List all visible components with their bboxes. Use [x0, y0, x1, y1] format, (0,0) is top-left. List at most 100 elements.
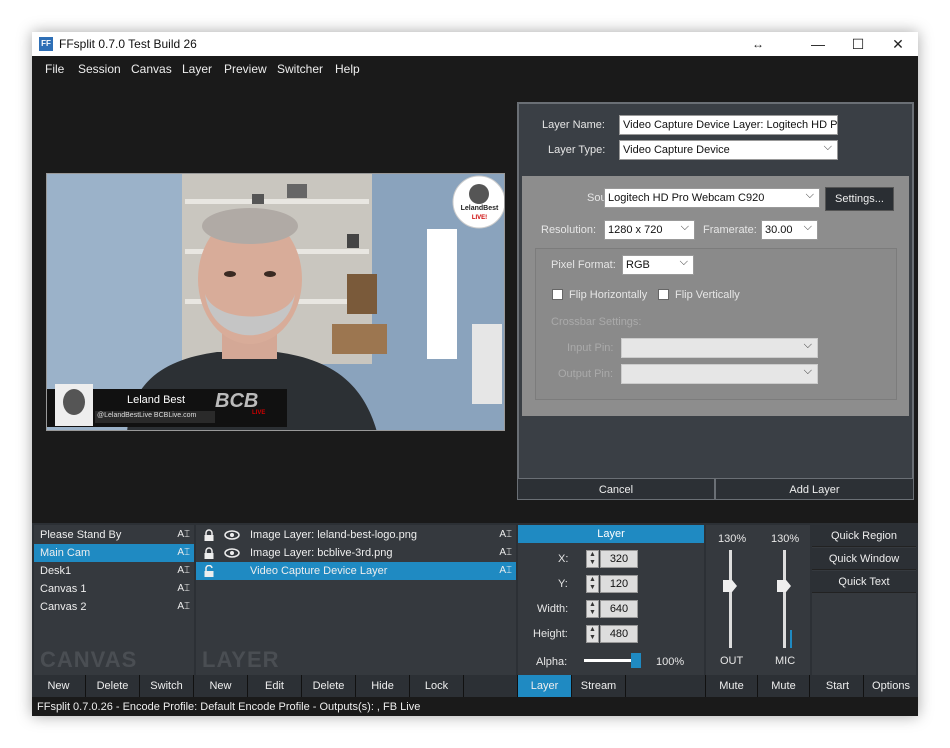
lock-icon[interactable]	[203, 529, 215, 542]
unlock-icon[interactable]	[203, 565, 215, 578]
crossbar-label: Crossbar Settings:	[551, 316, 642, 328]
cancel-button[interactable]: Cancel	[517, 478, 715, 500]
canvas-preview[interactable]: LelandBest LIVE! Leland Best @LelandBest…	[46, 173, 505, 431]
height-value[interactable]: 480	[600, 625, 638, 643]
layer-list: Image Layer: leland-best-logo.png A⌶ Imag…	[196, 525, 516, 675]
title-bar: FF FFsplit 0.7.0 Test Build 26 ↔ — ☐ ✕	[32, 32, 918, 56]
settings-button[interactable]: Settings...	[825, 187, 894, 211]
alpha-label: Alpha:	[536, 656, 568, 668]
source-select[interactable]: Logitech HD Pro Webcam C920	[604, 188, 820, 208]
pixel-format-select[interactable]: RGB	[622, 255, 694, 275]
status-bar: FFsplit 0.7.0.26 - Encode Profile: Defau…	[32, 698, 918, 716]
tab-layer[interactable]: Layer	[518, 675, 572, 697]
out-volume-track[interactable]	[729, 550, 732, 648]
spin-arrows-icon[interactable]: ▲ ▼	[586, 575, 599, 593]
out-volume-percent: 130%	[718, 533, 747, 545]
maximize-button[interactable]: ☐	[838, 33, 878, 55]
new-canvas-button[interactable]: New	[32, 675, 86, 697]
flip-vertical-checkbox[interactable]	[658, 289, 669, 300]
canvas-item[interactable]: Canvas 2 A⌶	[34, 598, 194, 616]
y-stepper[interactable]: ▲ ▼ 120	[586, 575, 638, 593]
rename-icon[interactable]: A⌶	[499, 562, 512, 580]
rename-icon[interactable]: A⌶	[177, 526, 190, 544]
lock-layer-button[interactable]: Lock	[410, 675, 464, 697]
window-title: FFsplit 0.7.0 Test Build 26	[59, 37, 197, 51]
resolution-label: Resolution:	[541, 224, 597, 236]
eye-icon[interactable]	[224, 548, 240, 558]
framerate-select[interactable]: 30.00	[761, 220, 818, 240]
new-layer-button[interactable]: New	[194, 675, 248, 697]
quick-window-button[interactable]: Quick Window	[812, 548, 916, 570]
menu-switcher[interactable]: Switcher	[277, 62, 323, 76]
spin-arrows-icon[interactable]: ▲ ▼	[586, 550, 599, 568]
rename-icon[interactable]: A⌶	[177, 544, 190, 562]
add-layer-button[interactable]: Add Layer	[715, 478, 914, 500]
width-stepper[interactable]: ▲ ▼ 640	[586, 600, 638, 618]
quick-region-button[interactable]: Quick Region	[812, 525, 916, 547]
width-value[interactable]: 640	[600, 600, 638, 618]
input-pin-select	[621, 338, 818, 358]
rename-icon[interactable]: A⌶	[177, 598, 190, 616]
layer-item[interactable]: Video Capture Device Layer A⌶	[196, 562, 516, 580]
rename-icon[interactable]: A⌶	[499, 544, 512, 562]
menu-layer[interactable]: Layer	[182, 62, 212, 76]
out-volume-handle[interactable]	[723, 580, 737, 592]
flip-horizontal-checkbox[interactable]	[552, 289, 563, 300]
hide-layer-button[interactable]: Hide	[356, 675, 410, 697]
menu-preview[interactable]: Preview	[224, 62, 267, 76]
mic-volume-handle[interactable]	[777, 580, 791, 592]
height-label: Height:	[533, 628, 568, 640]
menu-file[interactable]: File	[45, 62, 64, 76]
delete-canvas-button[interactable]: Delete	[86, 675, 140, 697]
mute-mic-button[interactable]: Mute	[758, 675, 810, 697]
menu-session[interactable]: Session	[78, 62, 121, 76]
canvas-item-label: Canvas 2	[40, 601, 87, 613]
x-value[interactable]: 320	[600, 550, 638, 568]
rename-icon[interactable]: A⌶	[499, 526, 512, 544]
canvas-item[interactable]: Desk1 A⌶	[34, 562, 194, 580]
mic-volume-track[interactable]	[783, 550, 786, 648]
rename-icon[interactable]: A⌶	[177, 562, 190, 580]
layer-item[interactable]: Image Layer: bcblive-3rd.png A⌶	[196, 544, 516, 562]
x-stepper[interactable]: ▲ ▼ 320	[586, 550, 638, 568]
input-pin-label: Input Pin:	[567, 342, 614, 354]
spin-arrows-icon[interactable]: ▲ ▼	[586, 625, 599, 643]
eye-icon[interactable]	[224, 530, 240, 540]
rename-icon[interactable]: A⌶	[177, 580, 190, 598]
menu-bar: File Session Canvas Layer Preview Switch…	[32, 56, 918, 80]
menu-canvas[interactable]: Canvas	[131, 62, 172, 76]
canvas-item[interactable]: Main Cam A⌶	[34, 544, 194, 562]
mute-out-button[interactable]: Mute	[706, 675, 758, 697]
resize-icon: ↔	[752, 37, 764, 51]
layer-type-select[interactable]: Video Capture Device	[619, 140, 838, 160]
alpha-slider-track[interactable]	[584, 659, 636, 662]
canvas-list: Please Stand By A⌶ Main Cam A⌶ Desk1 A⌶ Can…	[34, 525, 194, 675]
alpha-slider-handle[interactable]	[631, 653, 641, 668]
edit-layer-button[interactable]: Edit	[248, 675, 302, 697]
spin-arrows-icon[interactable]: ▲ ▼	[586, 600, 599, 618]
canvas-item[interactable]: Please Stand By A⌶	[34, 526, 194, 544]
start-button[interactable]: Start	[812, 675, 864, 697]
y-value[interactable]: 120	[600, 575, 638, 593]
lock-icon[interactable]	[203, 547, 215, 560]
lower-third-name: Leland Best	[127, 394, 186, 406]
layer-item[interactable]: Image Layer: leland-best-logo.png A⌶	[196, 526, 516, 544]
layer-item-label: Image Layer: leland-best-logo.png	[250, 529, 417, 541]
layer-name-input[interactable]: Video Capture Device Layer: Logitech HD …	[619, 115, 838, 135]
switch-canvas-button[interactable]: Switch	[140, 675, 194, 697]
resolution-select[interactable]: 1280 x 720	[604, 220, 695, 240]
tab-stream[interactable]: Stream	[572, 675, 626, 697]
options-button[interactable]: Options	[864, 675, 918, 697]
logo-top-text: LelandBest	[460, 205, 499, 212]
alpha-value: 100%	[656, 656, 685, 668]
delete-layer-button[interactable]: Delete	[302, 675, 356, 697]
menu-help[interactable]: Help	[335, 62, 360, 76]
minimize-button[interactable]: —	[798, 33, 838, 55]
quick-text-button[interactable]: Quick Text	[812, 571, 916, 593]
height-stepper[interactable]: ▲ ▼ 480	[586, 625, 638, 643]
canvas-item[interactable]: Canvas 1 A⌶	[34, 580, 194, 598]
layer-properties-panel: Layer Name: Video Capture Device Layer: …	[517, 102, 914, 500]
output-pin-label: Output Pin:	[558, 368, 614, 380]
close-button[interactable]: ✕	[878, 33, 918, 55]
layer-item-label: Video Capture Device Layer	[250, 565, 388, 577]
